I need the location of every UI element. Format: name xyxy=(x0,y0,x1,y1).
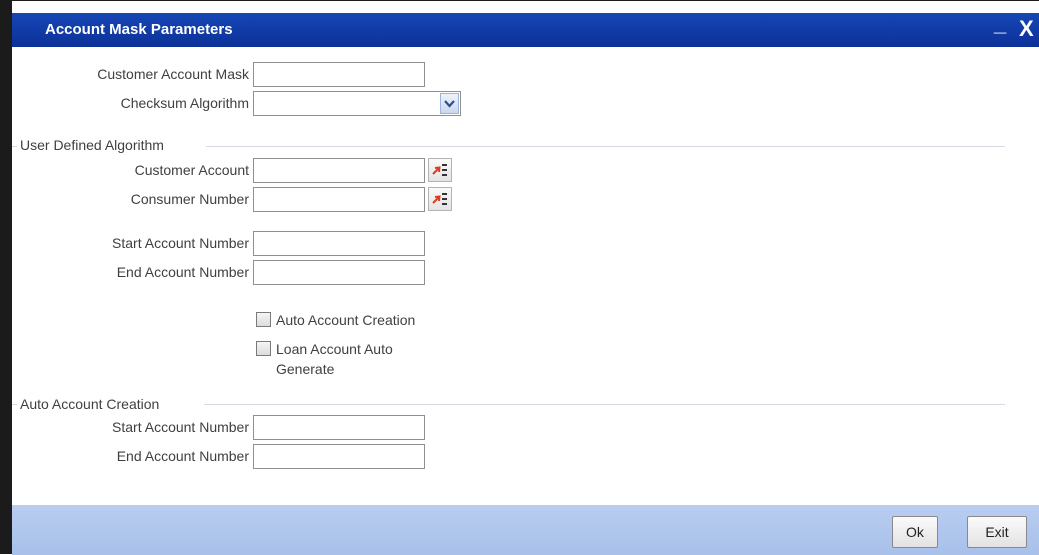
list-of-values-icon xyxy=(432,193,447,205)
account-mask-parameters-window: Account Mask Parameters _ X Customer Acc… xyxy=(0,0,1039,555)
auto-account-creation-option[interactable]: Auto Account Creation xyxy=(256,310,415,330)
section-divider xyxy=(204,404,1005,405)
window-title: Account Mask Parameters xyxy=(45,21,233,38)
loan-account-auto-generate-label-line2: Generate xyxy=(276,361,335,377)
auto-end-account-number-label: End Account Number xyxy=(116,448,249,464)
customer-account-input[interactable] xyxy=(253,158,425,183)
auto-account-creation-checkbox[interactable] xyxy=(256,312,271,327)
section-divider xyxy=(206,146,1005,147)
auto-start-account-number-label: Start Account Number xyxy=(112,419,249,435)
auto-account-creation-label: Auto Account Creation xyxy=(276,312,416,328)
minimize-button[interactable]: _ xyxy=(994,11,1006,37)
checksum-algorithm-label: Checksum Algorithm xyxy=(120,95,249,111)
chevron-down-icon[interactable] xyxy=(440,93,459,114)
loan-account-auto-generate-label-line1: Loan Account Auto xyxy=(276,341,393,357)
user-defined-algorithm-heading: User Defined Algorithm xyxy=(20,137,164,153)
end-account-number-input[interactable] xyxy=(253,260,425,285)
end-account-number-label: End Account Number xyxy=(116,264,249,280)
title-bar: Account Mask Parameters _ X xyxy=(12,11,1039,47)
customer-account-mask-label: Customer Account Mask xyxy=(97,66,249,82)
auto-start-account-number-input[interactable] xyxy=(253,415,425,440)
start-account-number-label: Start Account Number xyxy=(112,235,249,251)
customer-account-label: Customer Account xyxy=(134,162,249,178)
exit-button[interactable]: Exit xyxy=(967,516,1027,548)
consumer-number-lov-button[interactable] xyxy=(428,187,452,211)
section-divider xyxy=(12,146,17,147)
auto-end-account-number-input[interactable] xyxy=(253,444,425,469)
section-divider xyxy=(12,404,17,405)
start-account-number-input[interactable] xyxy=(253,231,425,256)
consumer-number-input[interactable] xyxy=(253,187,425,212)
loan-account-auto-generate-checkbox[interactable] xyxy=(256,341,271,356)
close-button[interactable]: X xyxy=(1019,16,1034,42)
loan-account-auto-generate-label: Loan Account Auto Generate xyxy=(276,339,393,379)
loan-account-auto-generate-option[interactable]: Loan Account Auto Generate xyxy=(256,339,393,379)
auto-account-creation-heading: Auto Account Creation xyxy=(20,396,160,412)
customer-account-lov-button[interactable] xyxy=(428,158,452,182)
checksum-algorithm-select[interactable] xyxy=(253,91,461,116)
customer-account-mask-input[interactable] xyxy=(253,62,425,87)
ok-button[interactable]: Ok xyxy=(892,516,938,548)
consumer-number-label: Consumer Number xyxy=(130,191,249,207)
footer-bar: Ok Exit xyxy=(12,505,1039,555)
list-of-values-icon xyxy=(432,164,447,176)
